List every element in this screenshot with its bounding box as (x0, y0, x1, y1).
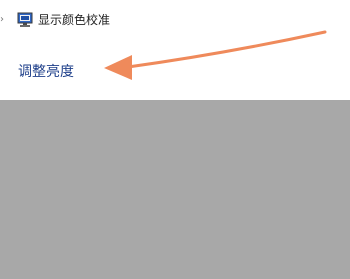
gray-background-area (0, 100, 350, 279)
adjust-brightness-link[interactable]: 调整亮度 (18, 62, 74, 82)
display-calibration-link[interactable]: 显示颜色校准 (38, 12, 110, 28)
left-edge-mark: › (0, 14, 4, 25)
screenshot-page: › 显示颜色校准 调整亮度 (0, 0, 350, 279)
monitor-icon (17, 12, 33, 27)
display-calibration-item[interactable]: 显示颜色校准 (17, 10, 110, 30)
